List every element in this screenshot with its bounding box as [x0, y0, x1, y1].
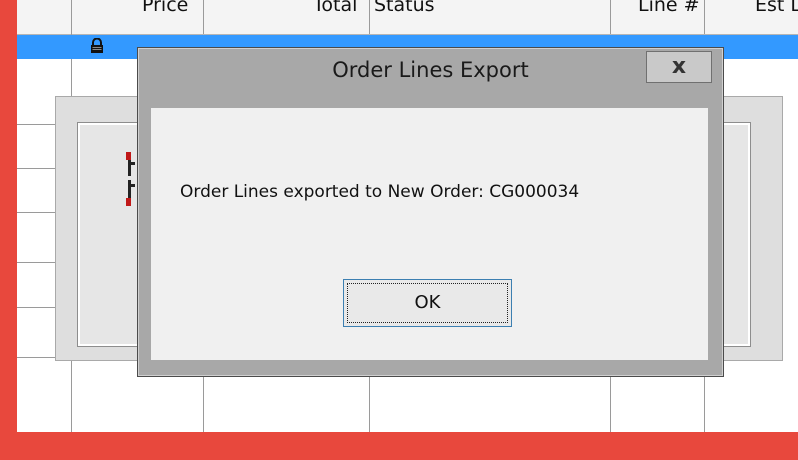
grid-line — [203, 375, 204, 432]
grid-header: Price Total Status Line # Est L — [17, 0, 798, 35]
close-button[interactable]: x — [646, 51, 712, 83]
header-line-number[interactable]: Line # — [638, 0, 700, 22]
ok-button[interactable]: OK — [343, 279, 512, 327]
grid-line — [704, 0, 705, 34]
grid-line — [369, 375, 370, 432]
ok-button-label: OK — [347, 283, 508, 323]
header-price[interactable]: Price — [142, 0, 188, 22]
dialog-title: Order Lines Export — [332, 58, 529, 82]
header-status[interactable]: Status — [374, 0, 435, 22]
dialog-message: Order Lines exported to New Order: CG000… — [180, 182, 580, 202]
dialog-client-area: Order Lines exported to New Order: CG000… — [151, 108, 708, 360]
lock-icon — [90, 37, 106, 54]
grid-line — [369, 0, 370, 34]
export-dialog: Order Lines Export x Order Lines exporte… — [137, 47, 724, 377]
grid-line — [704, 375, 705, 432]
grid-line — [203, 0, 204, 34]
header-est[interactable]: Est L — [755, 0, 798, 22]
grid-line — [610, 375, 611, 432]
grid-line — [610, 0, 611, 34]
header-total[interactable]: Total — [313, 0, 357, 22]
